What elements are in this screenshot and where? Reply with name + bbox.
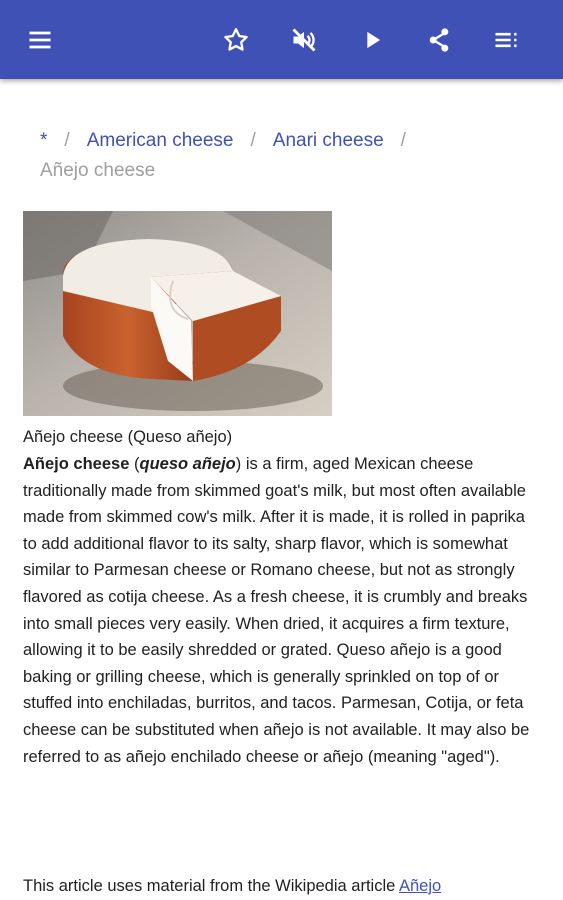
share-icon[interactable] — [419, 20, 459, 60]
breadcrumb-link-anari-cheese[interactable]: Anari cheese — [273, 130, 384, 151]
breadcrumb: * / American cheese / Anari cheese / Añejo ch… — [40, 126, 540, 186]
breadcrumb-separator: / — [400, 130, 406, 151]
article-image[interactable] — [23, 211, 332, 416]
image-caption: Añejo cheese (Queso añejo) — [23, 428, 233, 446]
article-body-text: ) is a firm, aged Mexican cheese traditi… — [23, 455, 530, 766]
app-bar — [0, 0, 563, 79]
toc-icon[interactable] — [486, 20, 526, 60]
star-icon[interactable] — [216, 20, 256, 60]
cheese-photo — [23, 211, 332, 416]
play-icon[interactable] — [352, 20, 392, 60]
volume-off-icon[interactable] — [284, 20, 324, 60]
menu-icon[interactable] — [20, 20, 60, 60]
breadcrumb-separator: / — [250, 130, 256, 151]
attribution-link[interactable]: Añejo — [399, 877, 441, 895]
article-paragraph: Añejo cheese (queso añejo) is a firm, ag… — [23, 451, 541, 770]
attribution-text: This article uses material from the Wiki… — [23, 877, 399, 895]
article-alt-name: queso añejo — [139, 455, 236, 473]
article-open-paren: ( — [129, 455, 140, 473]
breadcrumb-current: Añejo cheese — [40, 160, 156, 181]
article-title-bold: Añejo cheese — [23, 455, 130, 473]
breadcrumb-separator: / — [64, 130, 70, 151]
article-body: Añejo cheese (queso añejo) is a firm, ag… — [23, 451, 541, 770]
breadcrumb-link-american-cheese[interactable]: American cheese — [87, 130, 234, 151]
breadcrumb-home-link[interactable]: * — [40, 130, 47, 151]
attribution: This article uses material from the Wiki… — [23, 874, 553, 898]
